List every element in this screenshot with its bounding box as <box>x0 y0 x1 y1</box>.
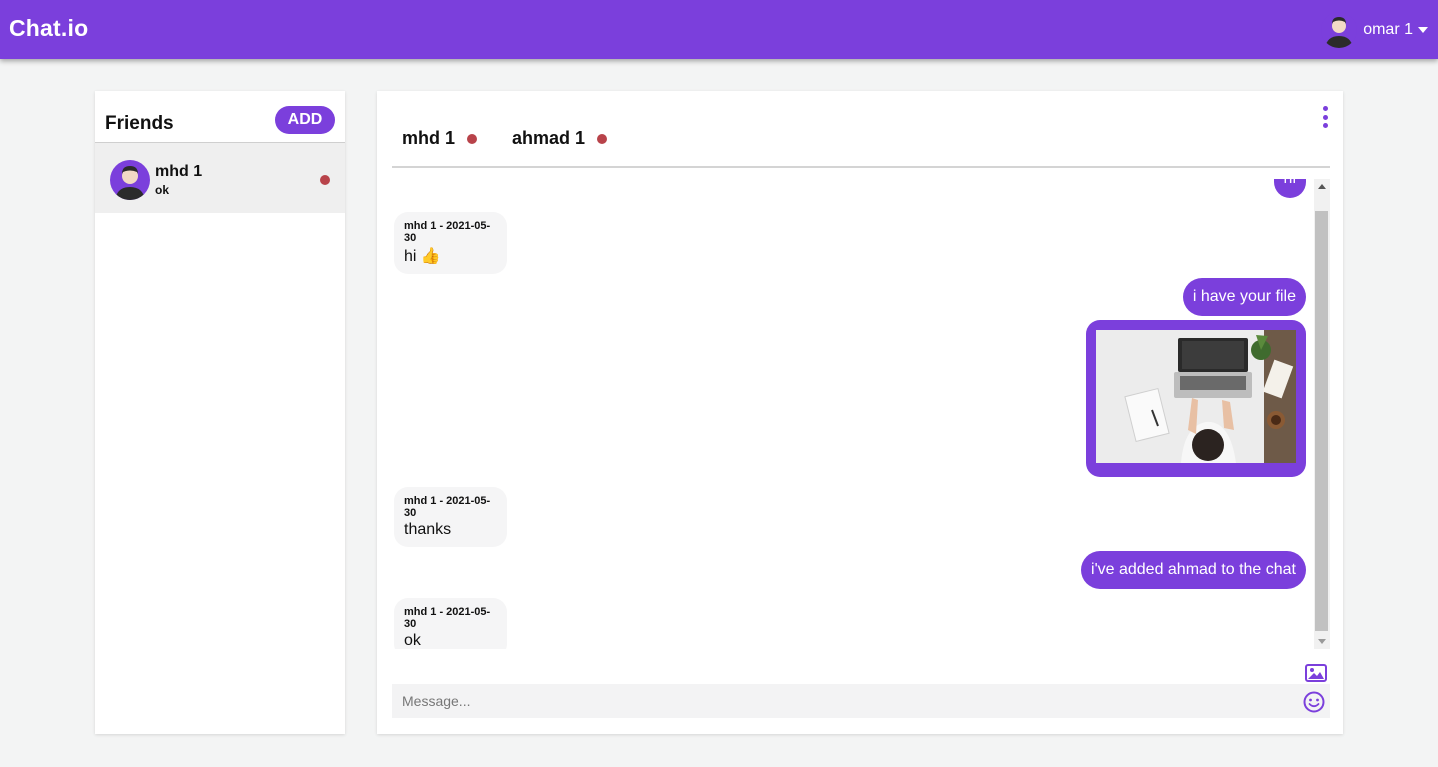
caret-down-icon <box>1418 27 1428 33</box>
message-outgoing: i've added ahmad to the chat <box>1081 551 1306 589</box>
chat-member-ahmad[interactable]: ahmad 1 <box>512 128 608 149</box>
app-header: Chat.io omar 1 <box>0 0 1438 59</box>
app-brand[interactable]: Chat.io <box>9 15 88 42</box>
member-status-indicator <box>597 133 608 144</box>
message-image[interactable] <box>1086 320 1306 477</box>
chat-member-name: mhd 1 <box>402 128 456 148</box>
chat-panel: mhd 1 ahmad 1 hi mhd 1 - 2021-05-30 hi 👍… <box>377 91 1343 734</box>
friend-avatar-icon <box>110 160 150 200</box>
chat-header: mhd 1 ahmad 1 <box>392 91 1330 168</box>
message-text: hi 👍 <box>404 248 441 265</box>
message-outgoing: i have your file <box>1182 278 1306 316</box>
friend-status-indicator <box>320 175 330 185</box>
message-text: thanks <box>404 521 452 538</box>
chat-member-mhd[interactable]: mhd 1 <box>402 128 478 149</box>
more-vert-icon[interactable] <box>1321 106 1329 128</box>
message-incoming: mhd 1 - 2021-05-30 ok <box>394 598 507 649</box>
message-scrollbar[interactable] <box>1314 179 1330 649</box>
emoji-icon[interactable] <box>1303 691 1325 713</box>
message-meta: mhd 1 - 2021-05-30 <box>404 495 491 519</box>
member-status-indicator <box>467 133 478 144</box>
friend-name: mhd 1 <box>155 163 203 180</box>
friends-title: Friends <box>105 113 174 134</box>
scroll-down-icon[interactable] <box>1318 639 1326 644</box>
message-meta: mhd 1 - 2021-05-30 <box>404 606 491 630</box>
message-input[interactable] <box>392 684 1272 718</box>
friends-header: Friends ADD <box>95 91 345 143</box>
message-composer <box>392 684 1330 718</box>
friend-list-item[interactable]: mhd 1 ok <box>95 143 345 213</box>
user-name: omar 1 <box>1363 21 1413 38</box>
message-outgoing: hi <box>1273 179 1306 198</box>
user-avatar-icon <box>1321 12 1358 48</box>
add-friend-button[interactable]: ADD <box>275 106 335 134</box>
image-icon[interactable] <box>1305 664 1327 682</box>
message-incoming: mhd 1 - 2021-05-30 hi 👍 <box>394 212 507 274</box>
message-list: hi mhd 1 - 2021-05-30 hi 👍 i have your f… <box>392 179 1313 649</box>
scrollbar-thumb[interactable] <box>1315 211 1328 631</box>
message-incoming: mhd 1 - 2021-05-30 thanks <box>394 487 507 547</box>
message-meta: mhd 1 - 2021-05-30 <box>404 220 491 244</box>
shared-photo <box>1096 330 1296 463</box>
user-menu[interactable]: omar 1 <box>1321 12 1428 48</box>
friends-panel: Friends ADD mhd 1 ok <box>95 91 345 734</box>
chat-member-name: ahmad 1 <box>512 128 586 148</box>
message-text: ok <box>404 632 421 649</box>
scroll-up-icon[interactable] <box>1318 184 1326 189</box>
friend-last-message: ok <box>155 183 170 197</box>
